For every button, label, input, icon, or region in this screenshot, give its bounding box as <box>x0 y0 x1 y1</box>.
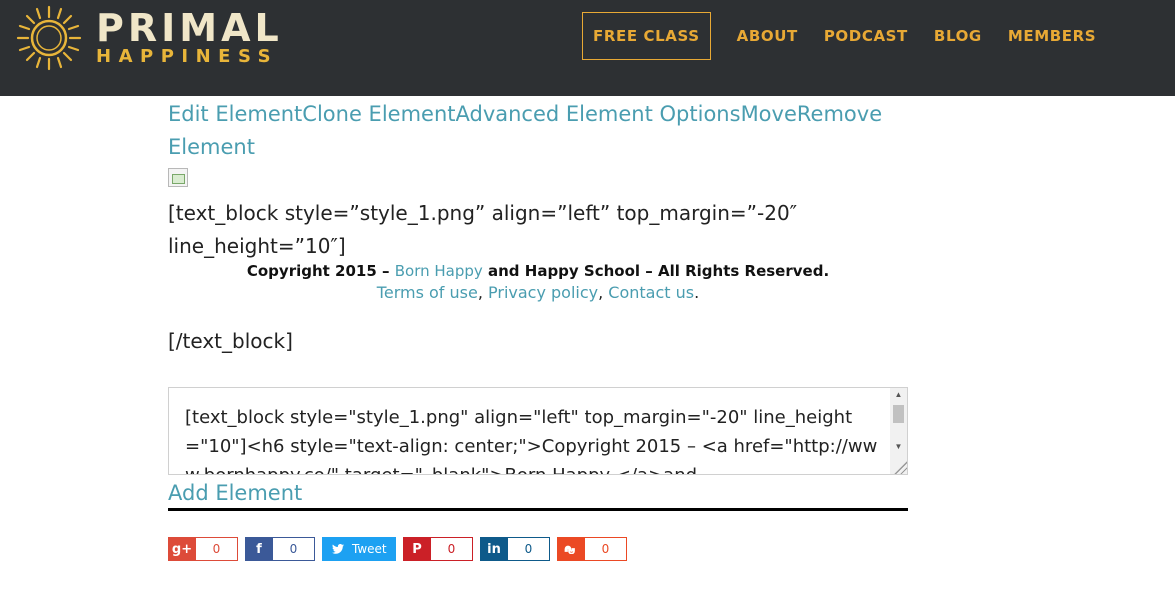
contact-link[interactable]: Contact us <box>608 283 694 302</box>
copyright-suffix: and Happy School – All Rights Reserved. <box>482 262 830 280</box>
broken-image-icon <box>168 168 188 187</box>
site-header: PRIMAL HAPPINESS FREE CLASS ABOUT PODCAS… <box>0 0 1175 96</box>
google-plus-icon: g+ <box>168 537 196 561</box>
shortcode-open: [text_block style=”style_1.png” align=”l… <box>168 201 798 258</box>
clone-element-link[interactable]: Clone Element <box>302 102 455 126</box>
pinterest-share-button[interactable]: P 0 <box>403 537 473 561</box>
footer-links: Terms of use, Privacy policy, Contact us… <box>168 282 908 304</box>
nav-about[interactable]: ABOUT <box>737 12 798 60</box>
copyright-prefix: Copyright 2015 – <box>246 262 395 280</box>
twitter-button-face: Tweet <box>322 537 396 561</box>
terms-link[interactable]: Terms of use <box>377 283 478 302</box>
share-count: 0 <box>585 537 627 561</box>
logo-line-1: PRIMAL <box>96 6 283 50</box>
shortcode-close: [/text_block] <box>168 329 293 353</box>
separator: , <box>477 283 488 302</box>
page-content: Edit ElementClone ElementAdvanced Elemen… <box>168 98 908 561</box>
pinterest-icon: P <box>403 537 431 561</box>
main-nav: FREE CLASS ABOUT PODCAST BLOG MEMBERS <box>582 12 1122 60</box>
period: . <box>694 283 700 302</box>
stumbleupon-icon <box>557 537 585 561</box>
born-happy-link[interactable]: Born Happy <box>395 262 483 280</box>
stumbleupon-share-button[interactable]: 0 <box>557 537 627 561</box>
separator: , <box>598 283 609 302</box>
nav-free-class[interactable]: FREE CLASS <box>582 12 711 60</box>
linkedin-share-button[interactable]: in 0 <box>480 537 550 561</box>
advanced-element-options-link[interactable]: Advanced Element Options <box>456 102 741 126</box>
scroll-down-icon[interactable]: ▼ <box>890 440 907 454</box>
linkedin-icon: in <box>480 537 508 561</box>
shortcode-editor-textarea[interactable]: [text_block style="style_1.png" align="l… <box>168 387 908 475</box>
nav-blog[interactable]: BLOG <box>934 12 982 60</box>
privacy-link[interactable]: Privacy policy <box>488 283 598 302</box>
sun-logo-icon <box>16 5 82 71</box>
share-count: 0 <box>431 537 473 561</box>
divider <box>168 508 908 511</box>
logo-wordmark: PRIMAL HAPPINESS <box>96 8 283 68</box>
twitter-share-button[interactable]: Tweet <box>322 537 396 561</box>
google-plus-share-button[interactable]: g+ 0 <box>168 537 238 561</box>
tweet-label: Tweet <box>352 542 387 556</box>
facebook-share-button[interactable]: f 0 <box>245 537 315 561</box>
share-buttons: g+ 0 f 0 Tweet P 0 in 0 0 <box>168 537 634 561</box>
resize-handle-icon[interactable] <box>893 460 907 474</box>
stumbleupon-glyph <box>564 545 575 554</box>
nav-members[interactable]: MEMBERS <box>1008 12 1096 60</box>
share-count: 0 <box>196 537 238 561</box>
add-element-link[interactable]: Add Element <box>168 478 302 508</box>
share-count: 0 <box>273 537 315 561</box>
element-controls: Edit ElementClone ElementAdvanced Elemen… <box>168 98 888 164</box>
logo-line-2: HAPPINESS <box>96 46 279 67</box>
site-logo[interactable]: PRIMAL HAPPINESS <box>16 4 283 72</box>
move-element-link[interactable]: Move <box>741 102 797 126</box>
twitter-icon <box>332 544 344 554</box>
scroll-up-icon[interactable]: ▲ <box>890 388 907 402</box>
edit-element-link[interactable]: Edit Element <box>168 102 302 126</box>
nav-podcast[interactable]: PODCAST <box>824 12 908 60</box>
scroll-thumb[interactable] <box>893 405 904 423</box>
editor-text[interactable]: [text_block style="style_1.png" align="l… <box>185 403 885 474</box>
share-count: 0 <box>508 537 550 561</box>
copyright-line: Copyright 2015 – Born Happy and Happy Sc… <box>168 260 908 282</box>
facebook-icon: f <box>245 537 273 561</box>
